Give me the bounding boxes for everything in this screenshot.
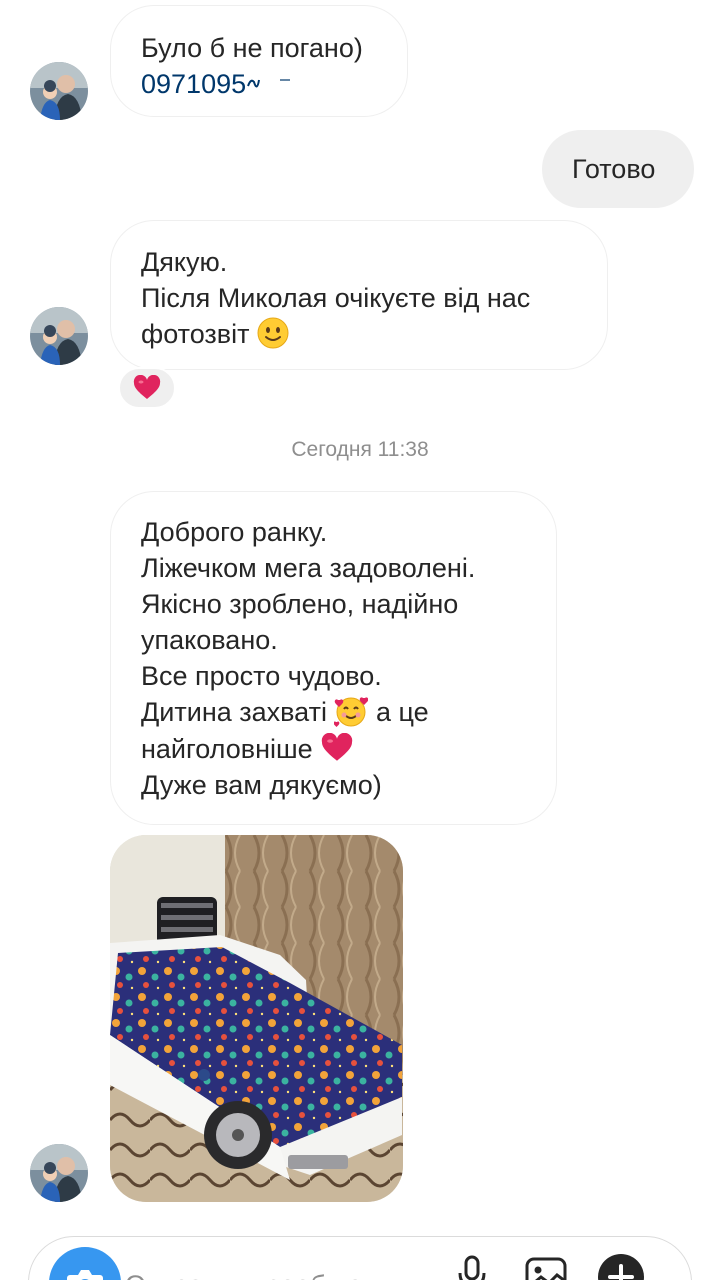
message-text: Було б не погано)	[141, 33, 363, 63]
photo-message[interactable]	[110, 835, 403, 1202]
avatar[interactable]	[30, 62, 88, 120]
camera-icon	[67, 1270, 103, 1280]
camera-button[interactable]	[49, 1247, 121, 1280]
message-text-line: Після Миколая очікуєте від нас	[141, 283, 531, 313]
car-bed-photo	[110, 835, 403, 1202]
slightly-smiling-face-icon	[257, 317, 289, 349]
message-text-line: Доброго ранку.	[141, 517, 328, 547]
message-text-line: Якісно зроблено, надійно	[141, 589, 459, 619]
phone-link[interactable]: 0971095	[141, 69, 246, 99]
message-text-line: Дякую.	[141, 247, 228, 277]
reaction-badge[interactable]	[118, 367, 176, 409]
message-composer	[28, 1236, 692, 1280]
message-text-line: Все просто чудово.	[141, 661, 382, 691]
chat-screen: Було б не погано) 0971095 Готово Дякую. …	[0, 0, 720, 1280]
incoming-message[interactable]: Дякую. Після Миколая очікуєте від нас фо…	[110, 220, 608, 370]
timestamp: Сегодня 11:38	[291, 438, 429, 461]
smiling-face-with-hearts-icon	[334, 697, 369, 727]
red-heart-icon	[133, 375, 161, 399]
gallery-icon[interactable]	[525, 1255, 567, 1280]
phone-number[interactable]: 0971095	[141, 66, 407, 102]
message-text-line: найголовніше	[141, 731, 556, 767]
outgoing-message[interactable]: Готово	[542, 130, 694, 208]
message-text: Готово	[572, 154, 656, 184]
red-heart-icon	[322, 732, 353, 761]
incoming-message[interactable]: Було б не погано) 0971095	[110, 5, 408, 117]
message-text-line: фотозвіт	[141, 316, 607, 352]
incoming-message[interactable]: Доброго ранку. Ліжечком мега задоволені.…	[110, 491, 557, 825]
avatar[interactable]	[30, 307, 88, 365]
add-icon[interactable]	[597, 1253, 645, 1280]
redacted-mark	[247, 78, 291, 88]
message-text-line: Ліжечком мега задоволені.	[141, 553, 476, 583]
message-text-line: упаковано.	[141, 625, 278, 655]
message-text-line: Дитина захваті а це	[141, 694, 556, 731]
microphone-icon[interactable]	[457, 1255, 487, 1280]
avatar[interactable]	[30, 1144, 88, 1202]
message-input[interactable]	[125, 1265, 425, 1280]
message-text-line: Дуже вам дякуємо)	[141, 769, 382, 800]
